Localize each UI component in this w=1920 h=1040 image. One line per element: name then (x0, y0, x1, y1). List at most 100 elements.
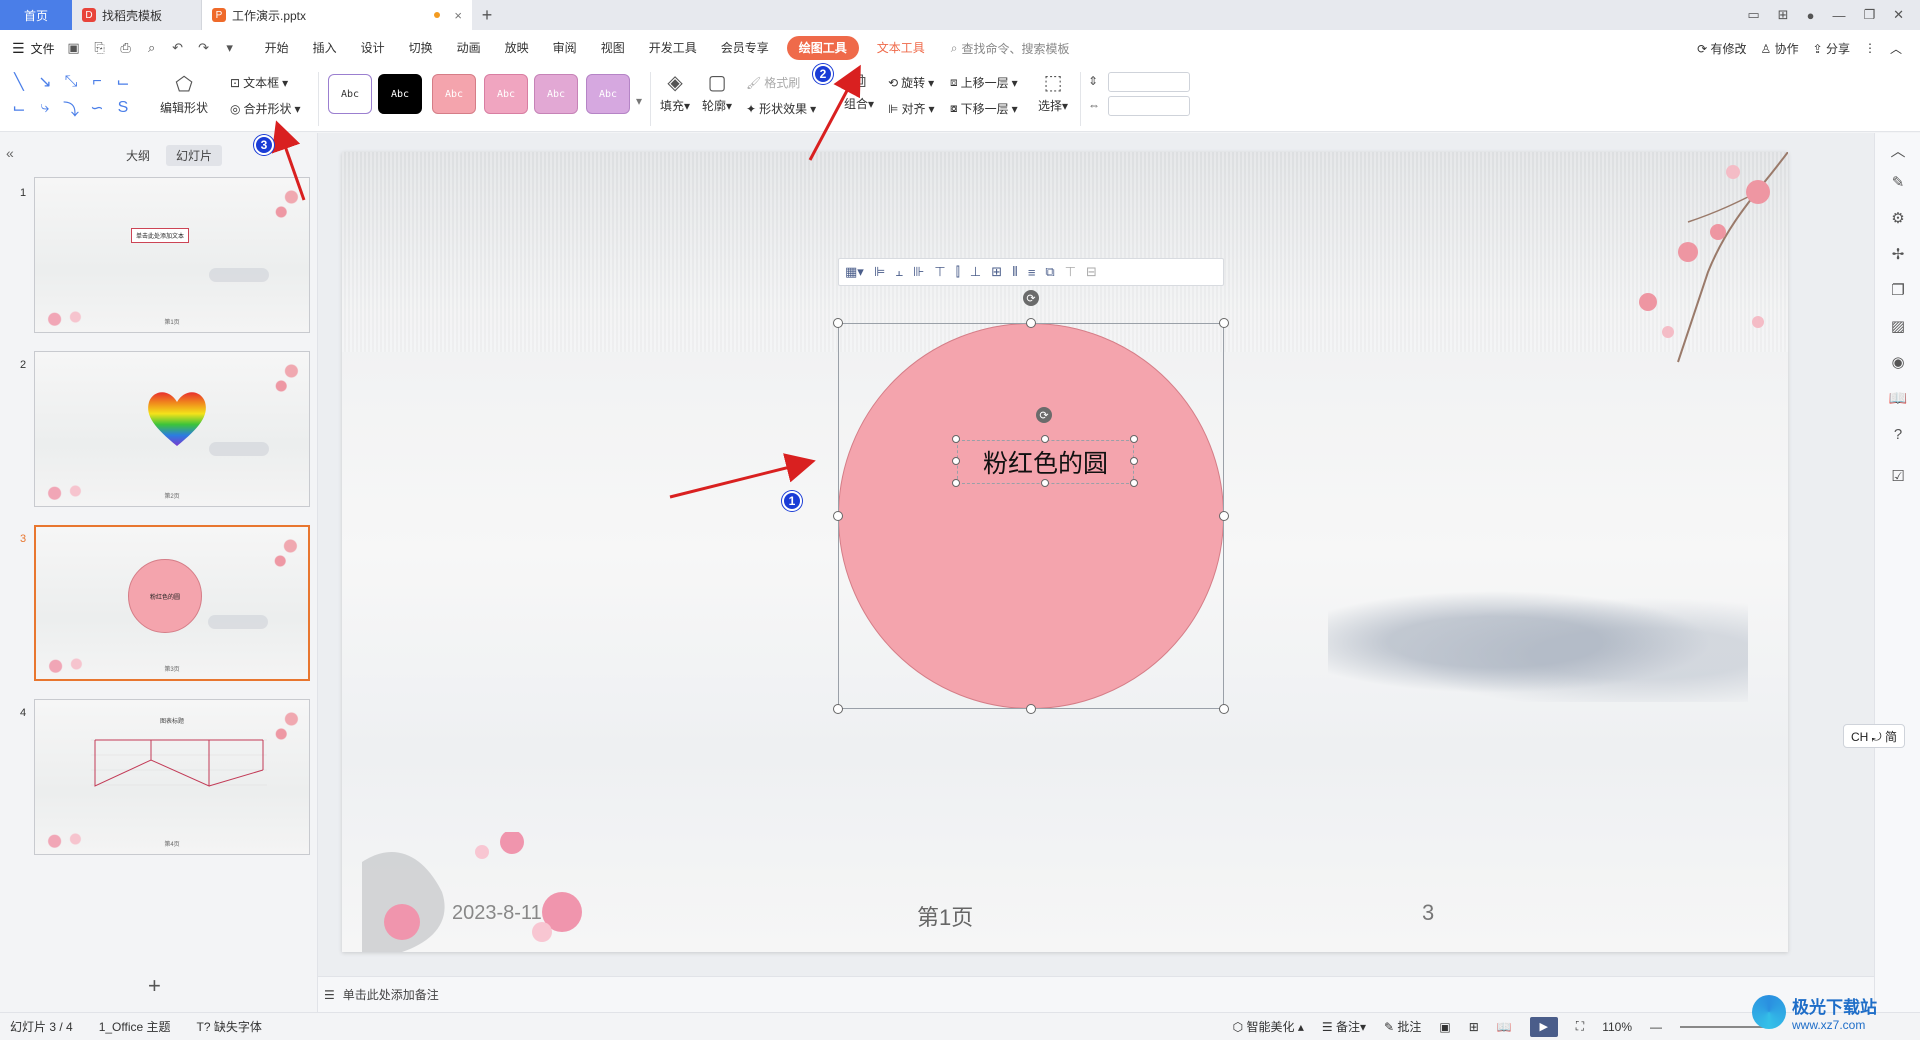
slide-page-label[interactable]: 第1页 (917, 900, 973, 932)
curved-arrow-icon[interactable]: ⤵ (60, 96, 82, 120)
circle-text-box[interactable]: 粉红色的圆 (957, 440, 1134, 484)
smart-beautify-button[interactable]: ⬡ 智能美化 ▴ (1233, 1018, 1304, 1035)
adjust-icon[interactable]: ⚙ (1889, 209, 1907, 227)
rotate-button[interactable]: ⟲ 旋转 ▾ (888, 74, 934, 91)
modified-button[interactable]: ⟳ 有修改 (1697, 40, 1746, 57)
merge-shape-button[interactable]: ◎ 合并形状 ▾ (230, 100, 301, 117)
s-curve-icon[interactable]: S (112, 96, 134, 120)
shape-style-1[interactable]: Abc (328, 74, 372, 114)
print-icon[interactable]: ⎙ (117, 39, 135, 57)
align-bottom-icon[interactable]: ⊥ (970, 264, 981, 280)
text-resize-handle[interactable] (1041, 435, 1049, 443)
add-tab-button[interactable]: + (472, 0, 502, 30)
notes-bar[interactable]: ☰ 单击此处添加备注 (318, 976, 1874, 1012)
tab-text-tools[interactable]: 文本工具 (865, 36, 937, 60)
line-shape-gallery[interactable]: ╲ ↘ ⤡ ⌐ ⌙ ⌙ ⤷ ⤵ ∽ S (8, 70, 148, 126)
distribute-v-icon[interactable]: ≡ (1028, 265, 1036, 280)
tab-developer[interactable]: 开发工具 (637, 36, 709, 60)
tab-slideshow[interactable]: 放映 (493, 36, 541, 60)
collapse-ribbon-icon[interactable]: ︿ (1890, 40, 1902, 57)
tab-member[interactable]: 会员专享 (709, 36, 781, 60)
theme-name[interactable]: 1_Office 主题 (99, 1018, 171, 1035)
fill-button[interactable]: ◈ 填充▾ (660, 70, 690, 114)
distribute-h-icon[interactable]: ⦀ (1012, 264, 1018, 280)
ime-indicator[interactable]: CH ⤾ 简 (1843, 724, 1905, 748)
tab-transition[interactable]: 切换 (397, 36, 445, 60)
text-resize-handle[interactable] (1130, 435, 1138, 443)
slide-thumbnail-1[interactable]: 单击此处添加文本 第1页 (34, 177, 310, 333)
tab-animation[interactable]: 动画 (445, 36, 493, 60)
export-icon[interactable]: ⎘ (91, 39, 109, 57)
close-window-icon[interactable]: ✕ (1893, 7, 1904, 23)
play-icon[interactable]: ▶ (1529, 1016, 1558, 1037)
slide-number-text[interactable]: 3 (1422, 900, 1434, 926)
elbow-arrow-icon[interactable]: ⌙ (112, 70, 134, 94)
minimize-icon[interactable]: — (1832, 8, 1845, 23)
top-align-icon[interactable]: ⊤ (1065, 264, 1076, 280)
slide-thumbnail-3[interactable]: 粉红色的圆 第3页 (34, 525, 310, 681)
align-middle-icon[interactable]: ⫿ (956, 264, 960, 280)
avatar[interactable]: ● (1807, 8, 1815, 23)
group-button[interactable]: ⧉ 组合▾ (844, 70, 874, 112)
width-input[interactable] (1108, 96, 1190, 116)
zoom-level[interactable]: 110% (1602, 1020, 1632, 1034)
text-box-button[interactable]: ⊡ 文本框 ▾ (230, 74, 288, 91)
help-icon[interactable]: ? (1889, 425, 1907, 443)
connector-icon[interactable]: ⤷ (34, 96, 56, 120)
pin-icon[interactable]: ✢ (1889, 245, 1907, 263)
align-right-icon[interactable]: ⊪ (913, 264, 924, 280)
shape-effects-button[interactable]: ✦ 形状效果 ▾ (746, 100, 816, 117)
chevron-down-icon[interactable]: ▾ (221, 39, 239, 57)
copy-icon[interactable]: ❐ (1889, 281, 1907, 299)
undo-icon[interactable]: ↶ (169, 39, 187, 57)
resize-handle[interactable] (833, 511, 843, 521)
format-painter-button[interactable]: 🖌 格式刷 (746, 74, 800, 91)
text-resize-handle[interactable] (1130, 479, 1138, 487)
resize-handle[interactable] (833, 704, 843, 714)
resize-handle[interactable] (1219, 511, 1229, 521)
double-arrow-icon[interactable]: ⤡ (60, 70, 82, 94)
slide-date[interactable]: 2023-8-11 (452, 902, 542, 925)
normal-view-icon[interactable]: ▣ (1439, 1020, 1450, 1034)
resize-handle[interactable] (1026, 318, 1036, 328)
slide-thumbnail-2[interactable]: 第2页 (34, 351, 310, 507)
missing-font-button[interactable]: T? 缺失字体 (197, 1018, 262, 1035)
curved-connector-icon[interactable]: ∽ (86, 96, 108, 120)
text-resize-handle[interactable] (952, 435, 960, 443)
send-backward-button[interactable]: ⧇ 下移一层 ▾ (950, 100, 1018, 117)
more-icon[interactable]: ⋮ (1864, 41, 1876, 55)
tab-drawing-tools[interactable]: 绘图工具 (786, 36, 859, 60)
edit-shape-button[interactable]: ⬠ 编辑形状 (160, 72, 208, 116)
zoom-out-icon[interactable]: — (1650, 1020, 1662, 1034)
shape-style-4[interactable]: Abc (484, 74, 528, 114)
height-input[interactable] (1108, 72, 1190, 92)
redo-icon[interactable]: ↷ (195, 39, 213, 57)
shape-style-3[interactable]: Abc (432, 74, 476, 114)
close-tab-icon[interactable]: × (454, 8, 462, 23)
tab-start[interactable]: 开始 (253, 36, 301, 60)
shape-style-2[interactable]: Abc (378, 74, 422, 114)
preview-icon[interactable]: ⌕ (143, 39, 161, 57)
align-button[interactable]: ⊫ 对齐 ▾ (888, 100, 935, 117)
text-resize-handle[interactable] (952, 457, 960, 465)
hamburger-icon[interactable]: ☰ (12, 40, 25, 57)
curve-icon[interactable]: ⌙ (8, 96, 30, 120)
resize-handle[interactable] (1219, 318, 1229, 328)
text-rotate-handle-icon[interactable]: ⟳ (1036, 407, 1052, 423)
save-icon[interactable]: ▣ (65, 39, 83, 57)
notes-toggle-button[interactable]: ☰ 备注▾ (1322, 1018, 1366, 1035)
resize-handle[interactable] (833, 318, 843, 328)
comments-button[interactable]: ✎ 批注 (1384, 1018, 1421, 1035)
align-left-icon[interactable]: ⊫ (874, 264, 885, 280)
add-slide-button[interactable]: + (148, 973, 161, 999)
design-icon[interactable]: ✎ (1889, 173, 1907, 191)
picture-icon[interactable]: ▦▾ (845, 264, 864, 280)
text-resize-handle[interactable] (1041, 479, 1049, 487)
layout-icon[interactable]: ▭ (1747, 7, 1759, 23)
sorter-view-icon[interactable]: ⊞ (1469, 1020, 1479, 1034)
align-center-icon[interactable]: ⫠ (895, 264, 903, 280)
align-top-icon[interactable]: ⊤ (934, 264, 945, 280)
shape-style-6[interactable]: Abc (586, 74, 630, 114)
tab-insert[interactable]: 插入 (301, 36, 349, 60)
reading-view-icon[interactable]: 📖 (1497, 1020, 1512, 1034)
